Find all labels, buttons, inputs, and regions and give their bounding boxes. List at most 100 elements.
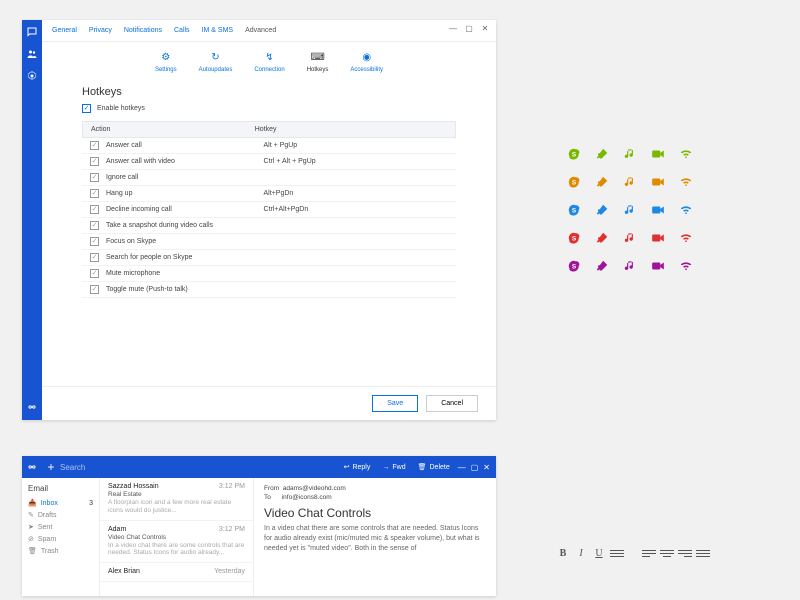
checkbox-icon[interactable]: ✓ [90,221,99,230]
svg-text:S: S [572,151,577,158]
checkbox-icon[interactable]: ✓ [90,285,99,294]
folder-inbox[interactable]: 📥Inbox3 [28,497,93,509]
skype-icon: S [560,252,588,280]
table-row: ✓Answer callAlt + PgUp [82,138,456,154]
search-input[interactable]: Search [60,463,152,472]
checkbox-icon[interactable]: ✓ [90,157,99,166]
italic-button[interactable]: I [574,548,588,559]
checkbox-icon[interactable]: ✓ [90,205,99,214]
to-value: info@icons8.com [282,494,332,501]
align-center-icon[interactable] [660,549,674,559]
hotkey-cell[interactable]: Alt + PgUp [264,142,448,149]
advanced-subtabs: ⚙Settings ↻Autoupdates ↯Connection ⌨Hotk… [42,42,496,82]
video-icon [644,168,672,196]
cancel-button[interactable]: Cancel [426,395,478,412]
trash-icon: 🗑 [418,463,427,471]
align-left-icon[interactable] [642,549,656,559]
keyboard-icon: ⌨ [312,52,324,64]
subtab-autoupdates[interactable]: ↻Autoupdates [199,52,233,73]
minimize-button[interactable]: — [458,463,466,472]
settings-window: General Privacy Notifications Calls IM &… [22,20,496,420]
enable-label: Enable hotkeys [97,105,145,112]
access-icon: ◉ [361,52,373,64]
hotkey-cell[interactable]: Alt+PgDn [264,190,448,197]
hotkey-cell[interactable]: Ctrl+Alt+PgDn [264,206,448,213]
align-justify-icon[interactable] [610,549,624,559]
underline-button[interactable]: U [592,548,606,559]
settings-icon[interactable] [26,70,38,82]
action-cell: Mute microphone [106,270,264,277]
checkbox-icon[interactable]: ✓ [90,141,99,150]
checkbox-icon[interactable]: ✓ [90,189,99,198]
action-cell: Take a snapshot during video calls [106,222,264,229]
settings-tabs: General Privacy Notifications Calls IM &… [42,20,496,42]
link-icon: ↯ [264,52,276,64]
subtab-settings[interactable]: ⚙Settings [155,52,177,73]
music-icon [616,252,644,280]
message-reader: From adams@videohd.com To info@icons8.co… [254,478,496,596]
checkbox-icon[interactable]: ✓ [90,269,99,278]
maximize-button[interactable]: ▢ [464,24,474,33]
minimize-button[interactable]: — [448,24,458,33]
contacts-icon[interactable] [26,48,38,60]
delete-button[interactable]: 🗑Delete [418,463,450,471]
enable-hotkeys-row[interactable]: ✓ Enable hotkeys [82,104,456,113]
window-controls: — ▢ ✕ [448,24,490,33]
folder-list: Email 📥Inbox3✎Drafts➤Sent⊘Spam🗑Trash [22,478,100,596]
list-item[interactable]: Sazzad Hossain3:12 PMReal EstateA floorp… [100,478,253,521]
dialog-buttons: Save Cancel [42,386,496,420]
icon-palette-grid: SSSSS [560,140,700,280]
music-icon [616,224,644,252]
table-row: ✓Answer call with videoCtrl + Alt + PgUp [82,154,456,170]
bold-button[interactable]: B [556,548,570,559]
reply-button[interactable]: ↩Reply [344,463,371,471]
table-row: ✓Hang upAlt+PgDn [82,186,456,202]
checkbox-icon[interactable]: ✓ [90,173,99,182]
save-button[interactable]: Save [372,395,418,412]
align-justify-icon[interactable] [696,549,710,559]
subtab-accessibility[interactable]: ◉Accessibility [350,52,383,73]
folder-sent[interactable]: ➤Sent [28,521,93,533]
wifi-icon [672,196,700,224]
subtab-connection[interactable]: ↯Connection [254,52,284,73]
to-label: To [264,494,271,501]
message-list: Sazzad Hossain3:12 PMReal EstateA floorp… [100,478,254,596]
action-cell: Ignore call [106,174,264,181]
hotkey-cell[interactable]: Ctrl + Alt + PgUp [264,158,448,165]
tab-privacy[interactable]: Privacy [89,27,112,34]
forward-button[interactable]: →Fwd [382,464,405,471]
tab-general[interactable]: General [52,27,77,34]
checkbox-icon[interactable]: ✓ [82,104,91,113]
maximize-button[interactable]: ▢ [471,463,479,472]
folder-spam[interactable]: ⊘Spam [28,533,93,545]
chat-icon[interactable] [26,26,38,38]
brush-icon [588,224,616,252]
music-icon [616,168,644,196]
folder-trash[interactable]: 🗑Trash [28,545,93,557]
checkbox-icon[interactable]: ✓ [90,253,99,262]
checkbox-icon[interactable]: ✓ [90,237,99,246]
close-button[interactable]: ✕ [483,463,490,472]
action-cell: Search for people on Skype [106,254,264,261]
tab-im-sms[interactable]: IM & SMS [202,27,234,34]
list-item[interactable]: Alex BrianYesterday [100,563,253,582]
table-row: ✓Decline incoming callCtrl+Alt+PgDn [82,202,456,218]
align-right-icon[interactable] [678,549,692,559]
subtab-hotkeys[interactable]: ⌨Hotkeys [307,52,329,73]
video-icon [644,140,672,168]
message-actions: ↩Reply →Fwd 🗑Delete [344,463,450,471]
tab-advanced[interactable]: Advanced [245,27,276,34]
folder-icon: ➤ [28,523,34,531]
list-item[interactable]: Adam3:12 PMVideo Chat ControlsIn a video… [100,521,253,564]
skype-icon: S [560,168,588,196]
table-row: ✓ Mute microphone [82,266,456,282]
folder-drafts[interactable]: ✎Drafts [28,509,93,521]
table-row: ✓Focus on Skype [82,234,456,250]
tab-calls[interactable]: Calls [174,27,190,34]
folder-icon: ✎ [28,511,34,519]
compose-button[interactable]: + [42,460,60,474]
table-row: ✓Toggle mute (Push-to talk) [82,282,456,298]
video-icon [644,196,672,224]
tab-notifications[interactable]: Notifications [124,27,162,34]
close-button[interactable]: ✕ [480,24,490,33]
